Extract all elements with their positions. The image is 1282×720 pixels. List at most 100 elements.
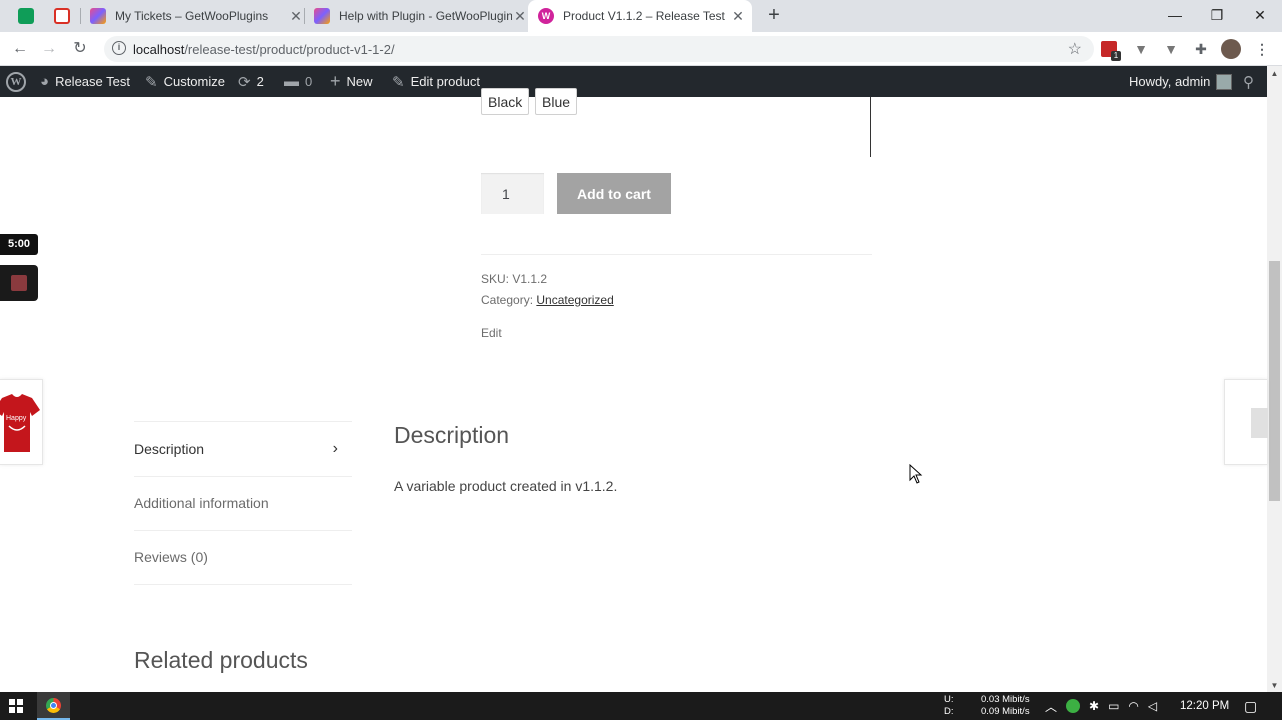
tab-product-release-test[interactable]: W Product V1.1.2 – Release Test ✕ bbox=[528, 0, 752, 32]
edit-product-label: Edit product bbox=[410, 74, 480, 89]
scroll-thumb[interactable] bbox=[1269, 261, 1280, 501]
reload-button[interactable]: ↻ bbox=[69, 38, 91, 60]
tab-reviews[interactable]: Reviews (0) bbox=[134, 530, 352, 585]
stop-recording-button[interactable] bbox=[0, 265, 38, 301]
site-name-label: Release Test bbox=[55, 74, 130, 89]
tab-label: Reviews (0) bbox=[134, 549, 208, 566]
tab-help-with-plugin[interactable]: Help with Plugin - GetWooPlugins ✕ bbox=[314, 0, 528, 32]
tab-gmail[interactable] bbox=[52, 0, 78, 32]
scroll-down-arrow-icon[interactable]: ▼ bbox=[1267, 681, 1282, 690]
chrome-menu-icon[interactable]: ⋮ bbox=[1252, 39, 1272, 59]
security-shield-icon[interactable] bbox=[1066, 699, 1081, 713]
my-account-menu[interactable]: Howdy, admin bbox=[1129, 66, 1233, 97]
volume-icon[interactable]: ◁ bbox=[1148, 699, 1157, 713]
howdy-label: Howdy, admin bbox=[1129, 74, 1211, 89]
bookmark-star-icon[interactable]: ☆ bbox=[1068, 39, 1082, 59]
tab-description[interactable]: Description › bbox=[134, 421, 352, 476]
back-button[interactable]: ← bbox=[9, 38, 31, 60]
new-tab-button[interactable]: + bbox=[764, 4, 784, 26]
brush-icon: ✎ bbox=[145, 73, 158, 91]
site-info-icon[interactable]: i bbox=[112, 41, 126, 55]
profile-avatar[interactable] bbox=[1221, 39, 1241, 59]
close-tab-icon[interactable]: ✕ bbox=[730, 8, 746, 25]
browser-tab-strip: My Tickets – GetWooPlugins ✕ Help with P… bbox=[0, 0, 1282, 32]
tab-label: Additional information bbox=[134, 495, 269, 512]
search-button[interactable]: ⚲ bbox=[1243, 66, 1254, 97]
gmail-icon bbox=[54, 8, 70, 24]
previous-product-card[interactable]: Happy bbox=[0, 379, 43, 465]
tab-title: My Tickets – GetWooPlugins bbox=[115, 9, 269, 23]
tab-my-tickets[interactable]: My Tickets – GetWooPlugins ✕ bbox=[90, 0, 304, 32]
scroll-up-arrow-icon[interactable]: ▲ bbox=[1267, 69, 1282, 78]
site-name-link[interactable]: ◕ Release Test bbox=[40, 66, 130, 97]
category-link[interactable]: Uncategorized bbox=[536, 293, 613, 307]
forward-button[interactable]: → bbox=[38, 38, 60, 60]
updates-count: 2 bbox=[256, 74, 264, 89]
tab-google-sheets[interactable] bbox=[8, 0, 54, 32]
admin-avatar bbox=[1216, 73, 1233, 90]
getwooplugins-icon bbox=[314, 8, 330, 24]
system-tray: ︿ ✱ ▭ ◠ ◁ bbox=[1045, 692, 1157, 720]
vue-devtools-icon[interactable]: ▼ bbox=[1131, 39, 1151, 59]
customize-label: Customize bbox=[163, 74, 225, 89]
next-product-card[interactable] bbox=[1224, 379, 1268, 465]
close-tab-icon[interactable]: ✕ bbox=[512, 8, 528, 25]
sku-label: SKU: bbox=[481, 272, 510, 286]
swatch-blue[interactable]: Blue bbox=[535, 88, 578, 115]
battery-icon[interactable]: ▭ bbox=[1108, 699, 1119, 713]
product-sku: SKU: V1.1.2 bbox=[481, 272, 547, 286]
wp-admin-bar: W ◕ Release Test ✎ Customize ⟳ 2 ▬ 0 + N… bbox=[0, 66, 1282, 97]
edit-link[interactable]: Edit bbox=[481, 326, 502, 340]
browser-toolbar: ← → ↻ i localhost/release-test/product/p… bbox=[0, 32, 1282, 66]
dashboard-icon: ◕ bbox=[40, 73, 50, 90]
search-icon: ⚲ bbox=[1243, 73, 1254, 91]
chrome-taskbar-button[interactable] bbox=[37, 692, 70, 720]
net-up-value: 0.03 Mibit/s bbox=[981, 694, 1030, 705]
quantity-input[interactable] bbox=[481, 173, 544, 214]
related-products-heading: Related products bbox=[134, 647, 308, 673]
comments-link[interactable]: ▬ 0 bbox=[284, 66, 312, 97]
product-tabs: Description › Additional information Rev… bbox=[134, 421, 352, 585]
chrome-icon bbox=[46, 698, 61, 713]
net-down-label: D: bbox=[944, 706, 954, 717]
wp-logo-button[interactable]: W bbox=[6, 66, 26, 97]
network-speed-values: 0.03 Mibit/s 0.09 Mibit/s bbox=[981, 694, 1030, 718]
tab-additional-information[interactable]: Additional information bbox=[134, 475, 352, 531]
plus-icon: + bbox=[330, 71, 341, 91]
customize-link[interactable]: ✎ Customize bbox=[145, 66, 225, 97]
tab-label: Description bbox=[134, 440, 205, 457]
network-speed-labels: U: D: bbox=[944, 694, 954, 718]
notifications-icon[interactable]: ▢ bbox=[1244, 692, 1257, 720]
clock[interactable]: 12:20 PM bbox=[1180, 692, 1229, 720]
description-text: A variable product created in v1.1.2. bbox=[394, 478, 618, 494]
add-to-cart-button[interactable]: Add to cart bbox=[557, 173, 671, 214]
minimize-button[interactable]: — bbox=[1160, 4, 1190, 26]
product-category: Category: Uncategorized bbox=[481, 293, 614, 307]
vue-devtools-icon-2[interactable]: ▼ bbox=[1161, 39, 1181, 59]
wifi-icon[interactable]: ◠ bbox=[1128, 699, 1138, 713]
extensions-puzzle-icon[interactable]: ✚ bbox=[1191, 39, 1211, 59]
updates-icon: ⟳ bbox=[238, 73, 251, 91]
slack-icon[interactable]: ✱ bbox=[1089, 699, 1099, 713]
updates-link[interactable]: ⟳ 2 bbox=[238, 66, 264, 97]
windows-start-icon[interactable] bbox=[9, 699, 23, 713]
chevron-right-icon: › bbox=[332, 439, 338, 457]
windows-taskbar: U: D: 0.03 Mibit/s 0.09 Mibit/s ︿ ✱ ▭ ◠ … bbox=[0, 692, 1282, 720]
page-scrollbar[interactable]: ▲ ▼ bbox=[1267, 66, 1282, 692]
address-bar[interactable]: i localhost/release-test/product/product… bbox=[104, 36, 1094, 62]
new-content-link[interactable]: + New bbox=[330, 66, 373, 97]
comments-count: 0 bbox=[305, 74, 313, 89]
extension-badge: 1 bbox=[1111, 51, 1121, 61]
show-hidden-icons-chevron-icon[interactable]: ︿ bbox=[1045, 698, 1057, 715]
edit-product-link[interactable]: ✎ Edit product bbox=[392, 66, 480, 97]
comment-icon: ▬ bbox=[284, 73, 299, 90]
url-host: localhost bbox=[133, 42, 185, 57]
swatch-black[interactable]: Black bbox=[481, 88, 530, 115]
net-up-label: U: bbox=[944, 694, 954, 705]
close-window-button[interactable]: ✕ bbox=[1245, 4, 1275, 26]
google-sheets-icon bbox=[18, 8, 34, 24]
tab-title: Help with Plugin - GetWooPlugins bbox=[339, 9, 512, 23]
close-tab-icon[interactable]: ✕ bbox=[288, 8, 304, 25]
new-label: New bbox=[346, 74, 373, 89]
restore-button[interactable]: ❐ bbox=[1202, 4, 1232, 26]
